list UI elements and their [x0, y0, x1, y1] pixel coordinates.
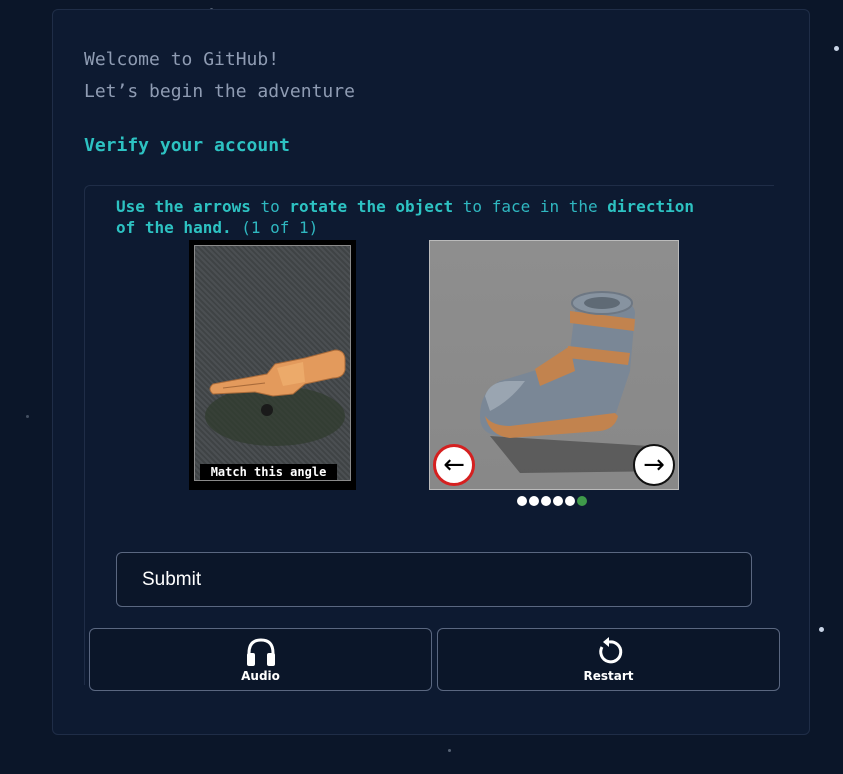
pointing-hand-illustration [205, 349, 346, 446]
star-decoration [834, 46, 839, 51]
headphones-icon [246, 637, 275, 666]
star-decoration [448, 749, 451, 752]
star-decoration [26, 415, 29, 418]
progress-dot [517, 496, 527, 506]
progress-dot [541, 496, 551, 506]
progress-dot [529, 496, 539, 506]
star-decoration [819, 627, 824, 632]
instruction-counter: (1 of 1) [231, 218, 319, 237]
progress-dot [553, 496, 563, 506]
match-angle-caption: Match this angle [200, 464, 337, 480]
captcha-panel: Use the arrows to rotate the object to f… [84, 185, 780, 691]
rotate-right-button[interactable]: → [633, 444, 675, 486]
rotatable-object-frame: ← → [429, 240, 679, 490]
welcome-line-1: Welcome to GitHub! [84, 49, 280, 70]
progress-dots [517, 496, 587, 506]
audio-label: Audio [241, 668, 280, 683]
progress-dot-active [577, 496, 587, 506]
verify-title: Verify your account [84, 135, 290, 156]
restart-label: Restart [583, 668, 634, 683]
restart-button[interactable]: Restart [437, 628, 780, 691]
instruction-text-2: to face in the [453, 197, 608, 216]
rotate-left-button[interactable]: ← [433, 444, 475, 486]
verification-card: Welcome to GitHub! Let’s begin the adven… [52, 9, 810, 735]
submit-button[interactable]: Submit [116, 552, 752, 607]
welcome-line-2: Let’s begin the adventure [84, 81, 355, 102]
instruction-bold-2: rotate the object [289, 197, 454, 216]
welcome-text: Welcome to GitHub! Let’s begin the adven… [84, 44, 355, 108]
restart-icon [598, 636, 622, 663]
reference-hand-image: Match this angle [194, 245, 351, 481]
progress-dot [565, 496, 575, 506]
captcha-instructions: Use the arrows to rotate the object to f… [116, 196, 716, 238]
reference-image-frame: Match this angle [189, 240, 356, 490]
instruction-bold-1: Use the arrows [116, 197, 251, 216]
arrow-right-icon: → [643, 450, 665, 480]
instruction-text-1: to [250, 197, 290, 216]
audio-button[interactable]: Audio [89, 628, 432, 691]
arrow-left-icon: ← [443, 450, 465, 480]
